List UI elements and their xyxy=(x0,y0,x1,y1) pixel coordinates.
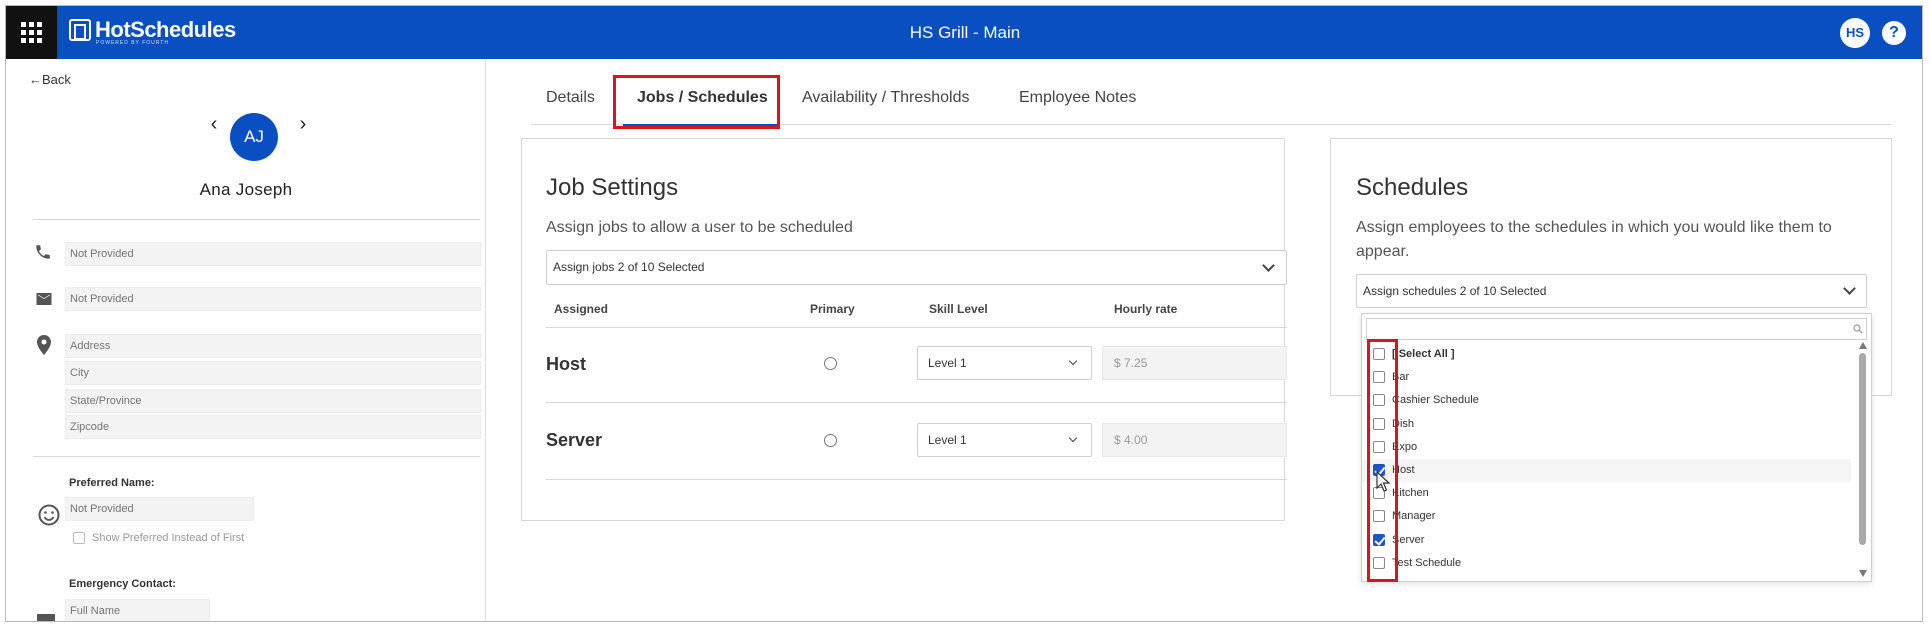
zipcode-field[interactable] xyxy=(65,415,481,439)
schedule-option[interactable]: Bar xyxy=(1362,366,1851,389)
tab-availability-thresholds[interactable]: Availability / Thresholds xyxy=(802,89,970,107)
chevron-down-icon xyxy=(1068,356,1078,366)
smiley-icon xyxy=(38,504,60,526)
phone-field[interactable] xyxy=(65,242,481,266)
app-window: HotSchedules POWERED BY FOURTH HS Grill … xyxy=(5,5,1923,622)
column-header-hourly-rate: Hourly rate xyxy=(1114,302,1178,316)
schedule-option-label: [ Select All ] xyxy=(1392,348,1455,360)
top-bar: HotSchedules POWERED BY FOURTH HS Grill … xyxy=(6,6,1922,59)
highlight-box-checkboxes xyxy=(1367,339,1398,582)
location-pin-icon xyxy=(37,335,51,355)
column-header-primary: Primary xyxy=(810,302,855,316)
chevron-down-icon xyxy=(1068,433,1078,443)
mouse-cursor-icon xyxy=(1376,471,1391,492)
schedules-subtitle-line2: appear. xyxy=(1356,243,1410,260)
skill-level-select[interactable]: Level 1 xyxy=(917,423,1092,457)
help-icon[interactable]: ? xyxy=(1882,21,1906,45)
divider xyxy=(546,479,1287,480)
scroll-down-icon[interactable] xyxy=(1859,570,1867,577)
profile-panel: ←Back ‹ AJ › Ana Joseph Preferred Name: xyxy=(6,59,486,621)
assign-jobs-label: Assign jobs 2 of 10 Selected xyxy=(553,260,705,274)
hourly-rate-field[interactable]: $ 7.25 xyxy=(1102,346,1287,380)
search-icon xyxy=(1853,324,1863,334)
schedule-option[interactable]: Manager xyxy=(1362,505,1851,528)
schedules-subtitle-line1: Assign employees to the schedules in whi… xyxy=(1356,219,1832,236)
skill-level-select[interactable]: Level 1 xyxy=(917,346,1092,380)
schedule-option[interactable]: [ Select All ] xyxy=(1362,343,1851,366)
job-settings-title: Job Settings xyxy=(546,174,679,201)
tab-employee-notes[interactable]: Employee Notes xyxy=(1019,89,1136,107)
address-field[interactable] xyxy=(65,334,481,358)
highlight-box-tab xyxy=(613,75,780,129)
schedule-option[interactable]: Test Schedule xyxy=(1362,552,1851,575)
divider xyxy=(33,456,480,457)
emergency-contact-label: Emergency Contact: xyxy=(69,578,176,590)
phone-icon xyxy=(36,245,50,259)
contact-card-icon xyxy=(37,614,55,621)
chevron-down-icon xyxy=(1843,282,1856,295)
state-field[interactable] xyxy=(65,389,481,413)
dropdown-scrollbar[interactable] xyxy=(1856,340,1870,580)
divider xyxy=(546,402,1287,403)
schedule-option[interactable]: Server xyxy=(1362,529,1851,552)
schedule-option-label: Test Schedule xyxy=(1392,556,1462,569)
email-field[interactable] xyxy=(65,287,481,311)
schedule-option[interactable]: Dish xyxy=(1362,413,1851,436)
schedule-option[interactable]: Kitchen xyxy=(1362,482,1851,505)
schedule-option-label: Cashier Schedule xyxy=(1392,394,1479,407)
employee-avatar: AJ xyxy=(230,113,278,161)
schedule-option[interactable]: Host xyxy=(1362,459,1851,482)
skill-level-value: Level 1 xyxy=(928,356,967,370)
back-label: Back xyxy=(42,72,71,87)
chevron-down-icon xyxy=(1262,259,1275,272)
divider xyxy=(33,219,480,220)
schedules-title: Schedules xyxy=(1356,174,1469,201)
schedule-option[interactable]: Expo xyxy=(1362,436,1851,459)
arrow-left-icon: ← xyxy=(29,72,42,87)
scroll-up-icon[interactable] xyxy=(1859,342,1867,349)
schedules-dropdown: [ Select All ] Bar Cashier Schedule Dish Exp… xyxy=(1361,313,1872,582)
primary-radio[interactable] xyxy=(824,434,837,447)
column-header-assigned: Assigned xyxy=(554,302,609,316)
user-avatar[interactable]: HS xyxy=(1840,18,1870,48)
preferred-name-label: Preferred Name: xyxy=(69,477,155,489)
next-employee-button[interactable]: › xyxy=(293,114,313,135)
show-preferred-checkbox[interactable] xyxy=(73,532,85,544)
back-link[interactable]: ←Back xyxy=(29,72,71,87)
job-settings-subtitle: Assign jobs to allow a user to be schedu… xyxy=(546,219,853,236)
previous-employee-button[interactable]: ‹ xyxy=(204,114,224,135)
schedule-search-input[interactable] xyxy=(1366,318,1867,340)
preferred-name-field[interactable] xyxy=(65,497,254,521)
schedule-option-label: Manager xyxy=(1392,510,1436,523)
job-name: Host xyxy=(546,354,586,374)
primary-radio[interactable] xyxy=(824,357,837,370)
tab-details[interactable]: Details xyxy=(546,89,595,107)
location-title: HS Grill - Main xyxy=(909,23,1021,42)
scroll-thumb[interactable] xyxy=(1859,353,1866,545)
show-preferred-label: Show Preferred Instead of First xyxy=(92,532,245,544)
skill-level-value: Level 1 xyxy=(928,433,967,447)
assign-schedules-select[interactable]: Assign schedules 2 of 10 Selected xyxy=(1356,274,1867,308)
employee-name: Ana Joseph xyxy=(199,180,293,199)
emergency-contact-field[interactable] xyxy=(65,599,210,621)
column-header-skill-level: Skill Level xyxy=(929,302,988,316)
job-name: Server xyxy=(546,430,603,450)
assign-jobs-select[interactable]: Assign jobs 2 of 10 Selected xyxy=(546,250,1287,285)
divider xyxy=(546,327,1287,328)
assign-schedules-label: Assign schedules 2 of 10 Selected xyxy=(1363,284,1547,298)
job-settings-card: Job Settings Assign jobs to allow a user… xyxy=(521,138,1287,521)
schedule-option[interactable]: Cashier Schedule xyxy=(1362,389,1851,412)
email-icon xyxy=(36,293,52,305)
city-field[interactable] xyxy=(65,361,481,385)
hourly-rate-field[interactable]: $ 4.00 xyxy=(1102,423,1287,457)
